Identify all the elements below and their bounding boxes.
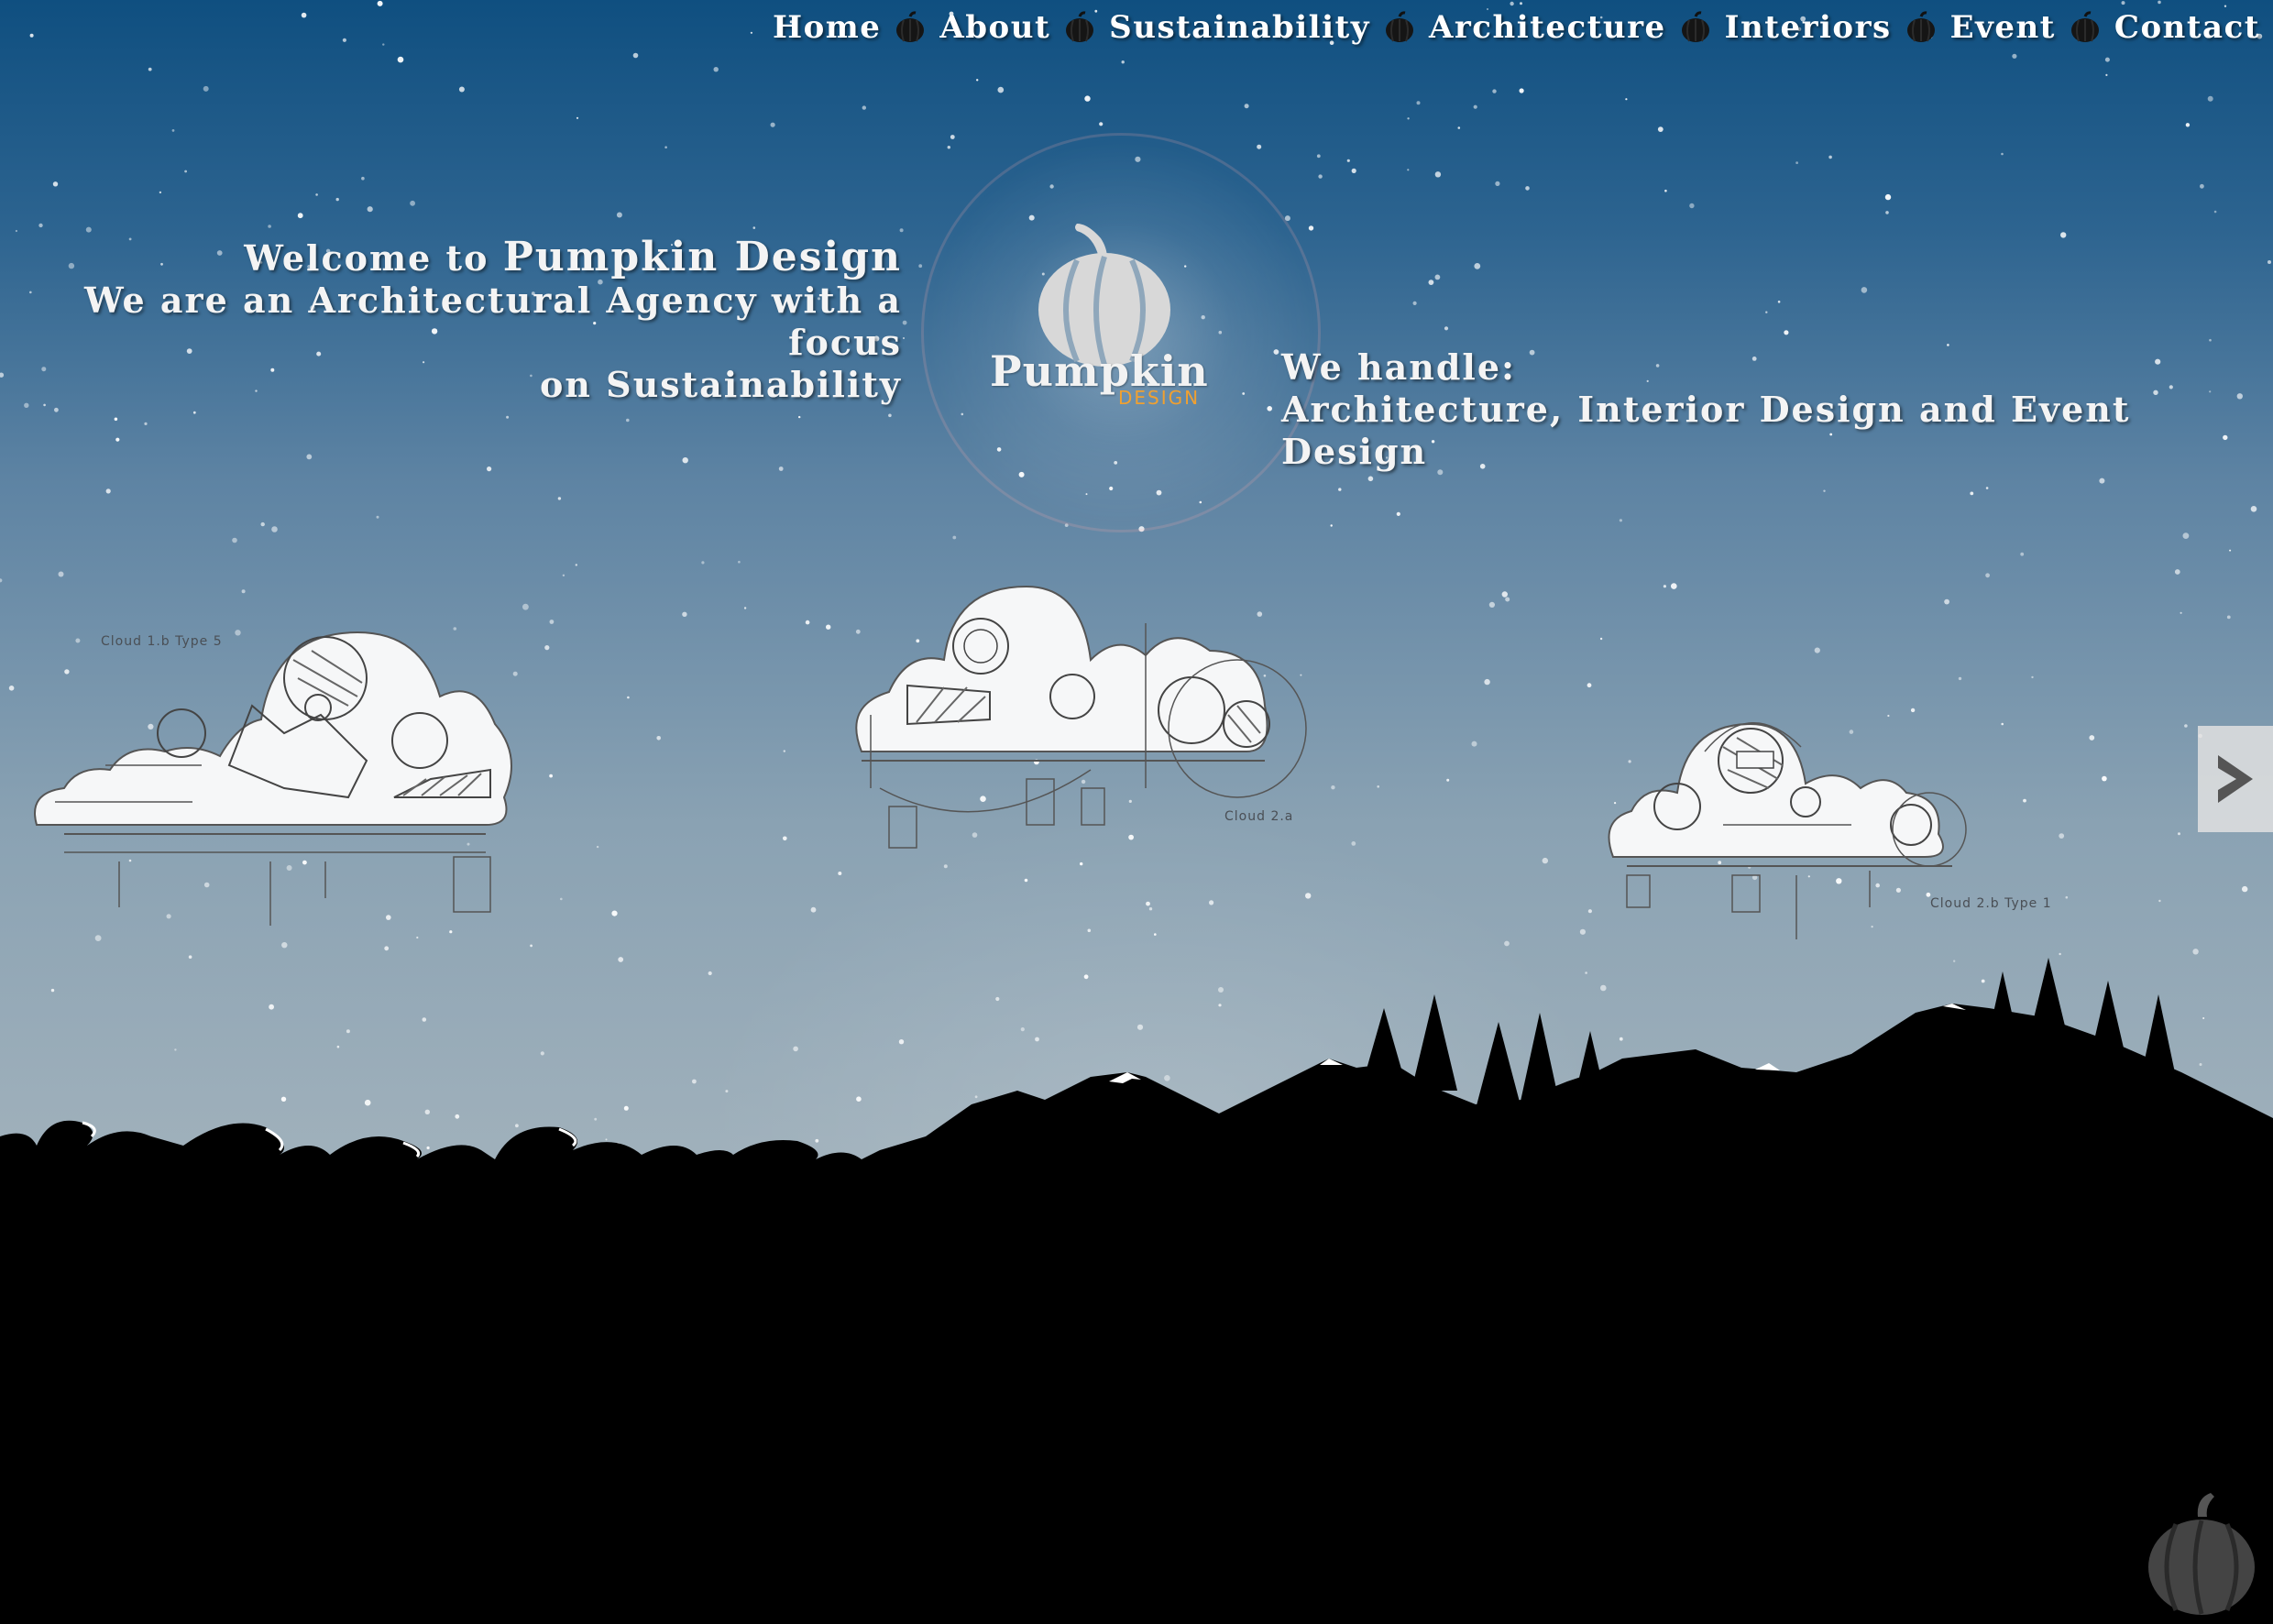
- services-text: We handle: Architecture, Interior Design…: [1281, 346, 2273, 473]
- brand-name: Pumpkin Design: [502, 234, 902, 280]
- blueprint-cloud-3: [1608, 722, 1967, 939]
- chevron-right-icon: [2218, 755, 2253, 803]
- pumpkin-icon: [1675, 7, 1717, 48]
- nav-architecture[interactable]: Architecture: [1429, 9, 1666, 46]
- cloud-1-label: Cloud 1.b Type 5: [101, 634, 223, 649]
- welcome-line: Welcome to Pumpkin Design: [0, 236, 902, 280]
- logo-subtitle: DESIGN: [1118, 387, 1201, 409]
- nav-sustainability[interactable]: Sustainability: [1109, 9, 1370, 46]
- intro-line-2: We are an Architectural Agency with a fo…: [83, 280, 902, 363]
- pumpkin-icon: [2064, 7, 2106, 48]
- pumpkin-icon: [1900, 7, 1942, 48]
- intro-text: Welcome to Pumpkin Design We are an Arch…: [0, 236, 902, 406]
- cloud-3-label: Cloud 2.b Type 1: [1930, 896, 2052, 911]
- cloud-2-label: Cloud 2.a: [1224, 809, 1294, 824]
- welcome-prefix: Welcome to: [244, 237, 489, 279]
- nav-home[interactable]: Home: [773, 9, 881, 46]
- main-nav: Home About Sustainability Architecture I…: [773, 7, 2260, 48]
- intro-line-3: on Sustainability: [539, 364, 902, 405]
- nav-interiors[interactable]: Interiors: [1725, 9, 1892, 46]
- nav-event[interactable]: Event: [1950, 9, 2056, 46]
- landscape-silhouette: [0, 958, 2273, 1624]
- next-slide-button[interactable]: [2198, 726, 2273, 832]
- pumpkin-icon: [1378, 7, 1421, 48]
- nav-contact[interactable]: Contact: [2114, 9, 2260, 46]
- nav-about[interactable]: About: [939, 9, 1050, 46]
- blueprint-cloud-2: [855, 585, 1307, 849]
- pumpkin-icon: [889, 7, 931, 48]
- pumpkin-icon[interactable]: [2136, 1489, 2264, 1618]
- pumpkin-icon: [1059, 7, 1101, 48]
- services-heading: We handle:: [1281, 346, 1517, 388]
- services-list: Architecture, Interior Design and Event …: [1281, 389, 2131, 472]
- blueprint-cloud-1: [34, 631, 512, 926]
